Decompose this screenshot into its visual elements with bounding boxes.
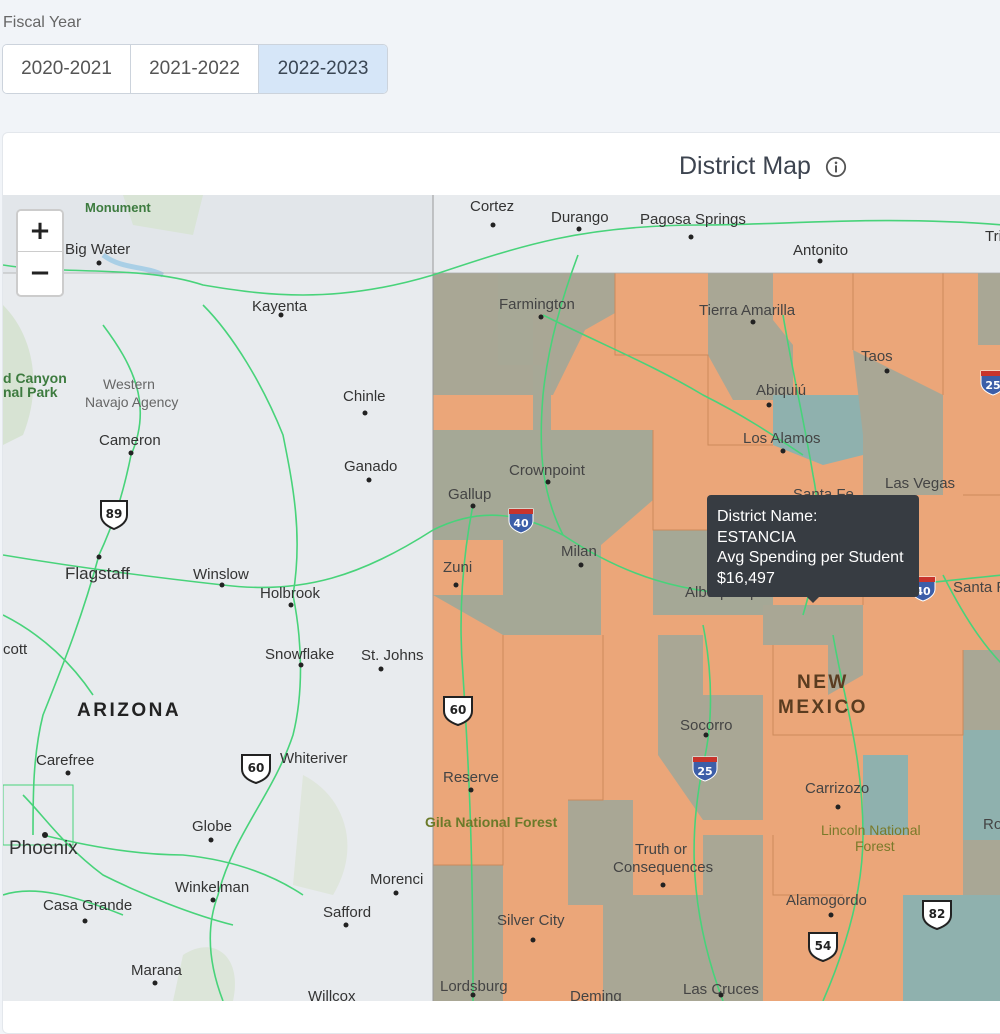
place-label: Carefree: [36, 752, 94, 769]
place-label: Taos: [861, 348, 893, 365]
state-label: NEW: [797, 672, 849, 693]
place-label: Crownpoint: [509, 462, 586, 479]
place-label: Phoenix: [9, 838, 78, 859]
place-label: Farmington: [499, 296, 575, 313]
svg-text:25: 25: [697, 765, 712, 778]
place-label: Las Cruces: [683, 981, 759, 998]
zoom-out-button[interactable]: −: [18, 252, 62, 293]
district-map-card: District Map 89 40 60 60 25 25 40 54 82 …: [2, 132, 1000, 1034]
info-icon[interactable]: [825, 156, 847, 178]
place-label: Winslow: [193, 566, 249, 583]
fiscal-year-option-2020-2021[interactable]: 2020-2021: [3, 45, 131, 93]
tooltip-metric-label: Avg Spending per Student: [717, 549, 904, 566]
place-label: Navajo Agency: [85, 394, 178, 410]
place-label: Alamogordo: [786, 892, 867, 909]
place-label: Truth or: [635, 841, 687, 858]
place-label: Ro: [983, 816, 1000, 833]
svg-text:60: 60: [450, 703, 467, 717]
place-label: Antonito: [793, 242, 848, 259]
place-label: Milan: [561, 543, 597, 560]
district-tooltip: District Name: ESTANCIA Avg Spending per…: [707, 495, 919, 603]
map-canvas: 89 40 60 60 25 25 40 54 82 Monument Cort…: [3, 195, 1000, 1001]
tooltip-name-value: ESTANCIA: [717, 528, 796, 546]
place-label: Los Alamos: [743, 430, 821, 447]
place-label: Marana: [131, 962, 183, 979]
place-label: Abiquiú: [756, 382, 806, 399]
state-label: MEXICO: [778, 697, 868, 718]
place-label: Monument: [85, 200, 151, 215]
district-map[interactable]: 89 40 60 60 25 25 40 54 82 Monument Cort…: [3, 195, 1000, 1001]
place-label: Zuni: [443, 559, 472, 576]
place-label: Flagstaff: [65, 564, 130, 583]
place-label: Winkelman: [175, 879, 249, 896]
place-label: Casa Grande: [43, 897, 132, 914]
place-label: Las Vegas: [885, 475, 955, 492]
zoom-in-button[interactable]: +: [18, 211, 62, 252]
place-label: Forest: [855, 838, 895, 854]
place-label: Willcox: [308, 988, 356, 1001]
place-label: Durango: [551, 209, 609, 226]
place-label: Holbrook: [260, 585, 321, 602]
place-label: Kayenta: [252, 298, 308, 315]
place-label: Globe: [192, 818, 232, 835]
place-label: nal Park: [3, 384, 58, 400]
svg-text:60: 60: [248, 761, 265, 775]
place-label: Tri: [985, 228, 1000, 245]
new-mexico-districts: [433, 273, 1000, 1001]
svg-text:40: 40: [513, 517, 529, 530]
place-label: Reserve: [443, 769, 499, 786]
svg-text:89: 89: [106, 507, 123, 521]
place-label: Deming: [570, 988, 622, 1001]
place-label: Carrizozo: [805, 780, 869, 797]
place-label: Western: [103, 376, 155, 392]
fiscal-year-selector: 2020-2021 2021-2022 2022-2023: [2, 44, 388, 94]
place-label: Consequences: [613, 859, 713, 876]
svg-text:25: 25: [985, 379, 1000, 392]
tooltip-name-label: District Name:: [717, 508, 818, 525]
fiscal-year-option-2021-2022[interactable]: 2021-2022: [131, 45, 259, 93]
place-label: Snowflake: [265, 646, 334, 663]
tooltip-arrow: [807, 597, 819, 603]
place-label: Safford: [323, 904, 371, 921]
place-label: Pagosa Springs: [640, 211, 746, 228]
card-title: District Map: [679, 152, 811, 180]
place-label: Silver City: [497, 912, 565, 929]
place-label: St. Johns: [361, 647, 424, 664]
place-label: Santa R: [953, 579, 1000, 596]
svg-text:54: 54: [815, 939, 832, 953]
place-label: Socorro: [680, 717, 733, 734]
zoom-control: + −: [16, 209, 64, 297]
place-label: Cortez: [470, 198, 514, 215]
place-label: Whiteriver: [280, 750, 348, 767]
place-label: Big Water: [65, 241, 130, 258]
place-label: Morenci: [370, 871, 423, 888]
place-label: Gallup: [448, 486, 491, 503]
svg-text:82: 82: [929, 907, 946, 921]
place-label: cott: [3, 641, 28, 658]
place-label: Chinle: [343, 388, 386, 405]
tooltip-metric-value: $16,497: [717, 569, 775, 587]
place-label: Gila National Forest: [425, 814, 558, 830]
place-label: Lordsburg: [440, 978, 508, 995]
card-header: District Map: [3, 133, 1000, 195]
place-label: Tierra Amarilla: [699, 302, 796, 319]
fiscal-year-label: Fiscal Year: [3, 14, 82, 31]
place-label: Lincoln National: [821, 822, 921, 838]
place-label: Ganado: [344, 458, 397, 475]
state-label: ARIZONA: [77, 700, 181, 721]
fiscal-year-option-2022-2023[interactable]: 2022-2023: [259, 45, 387, 93]
place-label: Cameron: [99, 432, 161, 449]
